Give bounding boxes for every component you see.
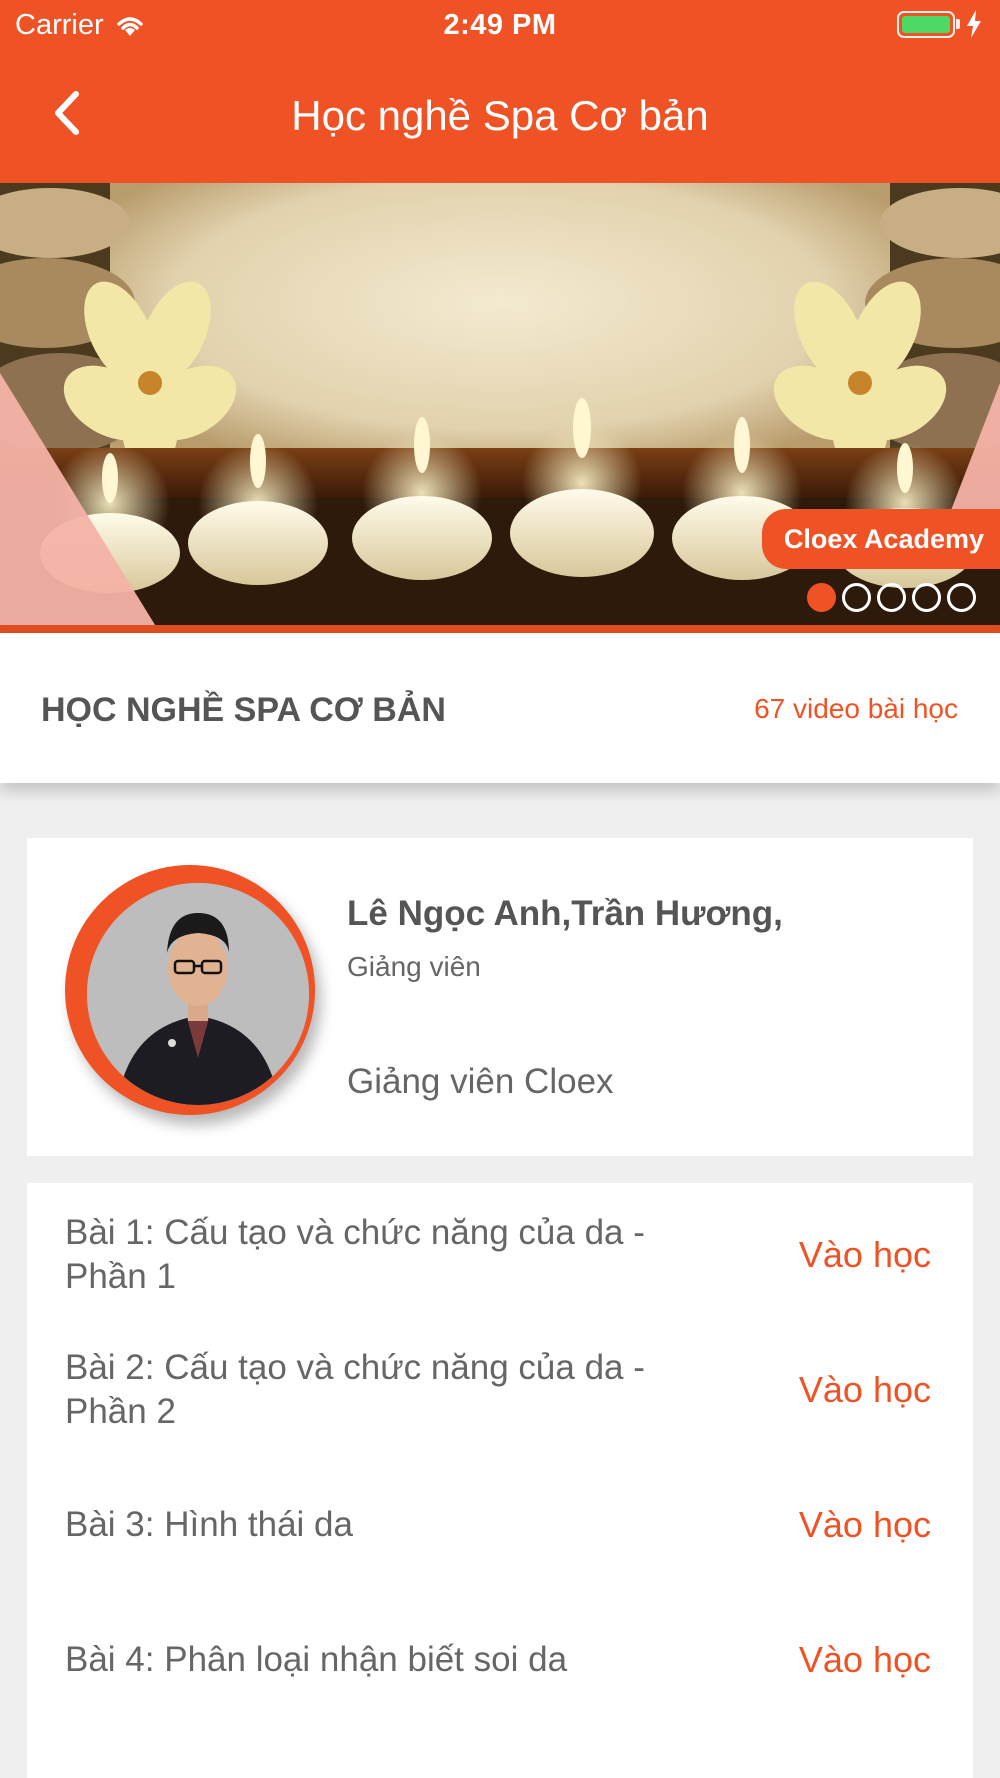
lesson-list: Bài 1: Cấu tạo và chức năng của da - Phầ…: [27, 1183, 973, 1778]
carousel-dot-2[interactable]: [842, 583, 871, 612]
lesson-title: Bài 4: Phân loại nhận biết soi da: [65, 1640, 568, 1679]
teacher-description: Giảng viên Cloex: [347, 1062, 614, 1101]
carousel-pagination[interactable]: [807, 583, 976, 612]
lesson-item-2[interactable]: Bài 2: Cấu tạo và chức năng của da - Phầ…: [65, 1345, 945, 1435]
lesson-title: Bài 3: Hình thái da: [65, 1505, 353, 1544]
banner-divider: [0, 625, 1000, 633]
lesson-title: Bài 1: Cấu tạo và chức năng của da - Phầ…: [65, 1213, 645, 1296]
start-lesson-button[interactable]: Vào học: [799, 1639, 945, 1681]
avatar: [87, 883, 309, 1105]
carousel-dot-5[interactable]: [947, 583, 976, 612]
status-bar: Carrier 2:49 PM: [0, 0, 1000, 50]
banner-tag: Cloex Academy: [761, 509, 1000, 569]
start-lesson-button[interactable]: Vào học: [799, 1504, 945, 1546]
carousel-dot-3[interactable]: [877, 583, 906, 612]
banner-carousel[interactable]: Cloex Academy: [0, 183, 1000, 633]
teacher-photo: [87, 883, 309, 1105]
course-title: HỌC NGHỀ SPA CƠ BẢN: [41, 691, 446, 729]
teacher-role: Giảng viên: [347, 951, 481, 982]
teacher-avatar-ring: [65, 865, 315, 1115]
teacher-name: Lê Ngọc Anh,Trần Hương,: [347, 894, 783, 933]
start-lesson-button[interactable]: Vào học: [799, 1369, 945, 1411]
nav-header: Carrier 2:49 PM Học nghề Spa Cơ bản: [0, 0, 1000, 183]
lesson-item-4[interactable]: Bài 4: Phân loại nhận biết soi da Vào họ…: [65, 1615, 945, 1705]
lesson-item-1[interactable]: Bài 1: Cấu tạo và chức năng của da - Phầ…: [65, 1210, 945, 1300]
page-title: Học nghề Spa Cơ bản: [291, 92, 709, 139]
video-count: 67 video bài học: [754, 693, 958, 724]
carousel-dot-1[interactable]: [807, 583, 836, 612]
lesson-item-3[interactable]: Bài 3: Hình thái da Vào học: [65, 1480, 945, 1570]
battery-indicator: [897, 10, 982, 38]
lesson-title: Bài 2: Cấu tạo và chức năng của da - Phầ…: [65, 1348, 645, 1431]
start-lesson-button[interactable]: Vào học: [799, 1234, 945, 1276]
course-header: HỌC NGHỀ SPA CƠ BẢN 67 video bài học: [0, 633, 1000, 783]
status-time: 2:49 PM: [443, 9, 557, 41]
charging-bolt-icon: [967, 10, 981, 38]
carousel-dot-4[interactable]: [912, 583, 941, 612]
teacher-card: Lê Ngọc Anh,Trần Hương, Giảng viên Giảng…: [27, 838, 973, 1156]
battery-icon: [897, 10, 955, 38]
